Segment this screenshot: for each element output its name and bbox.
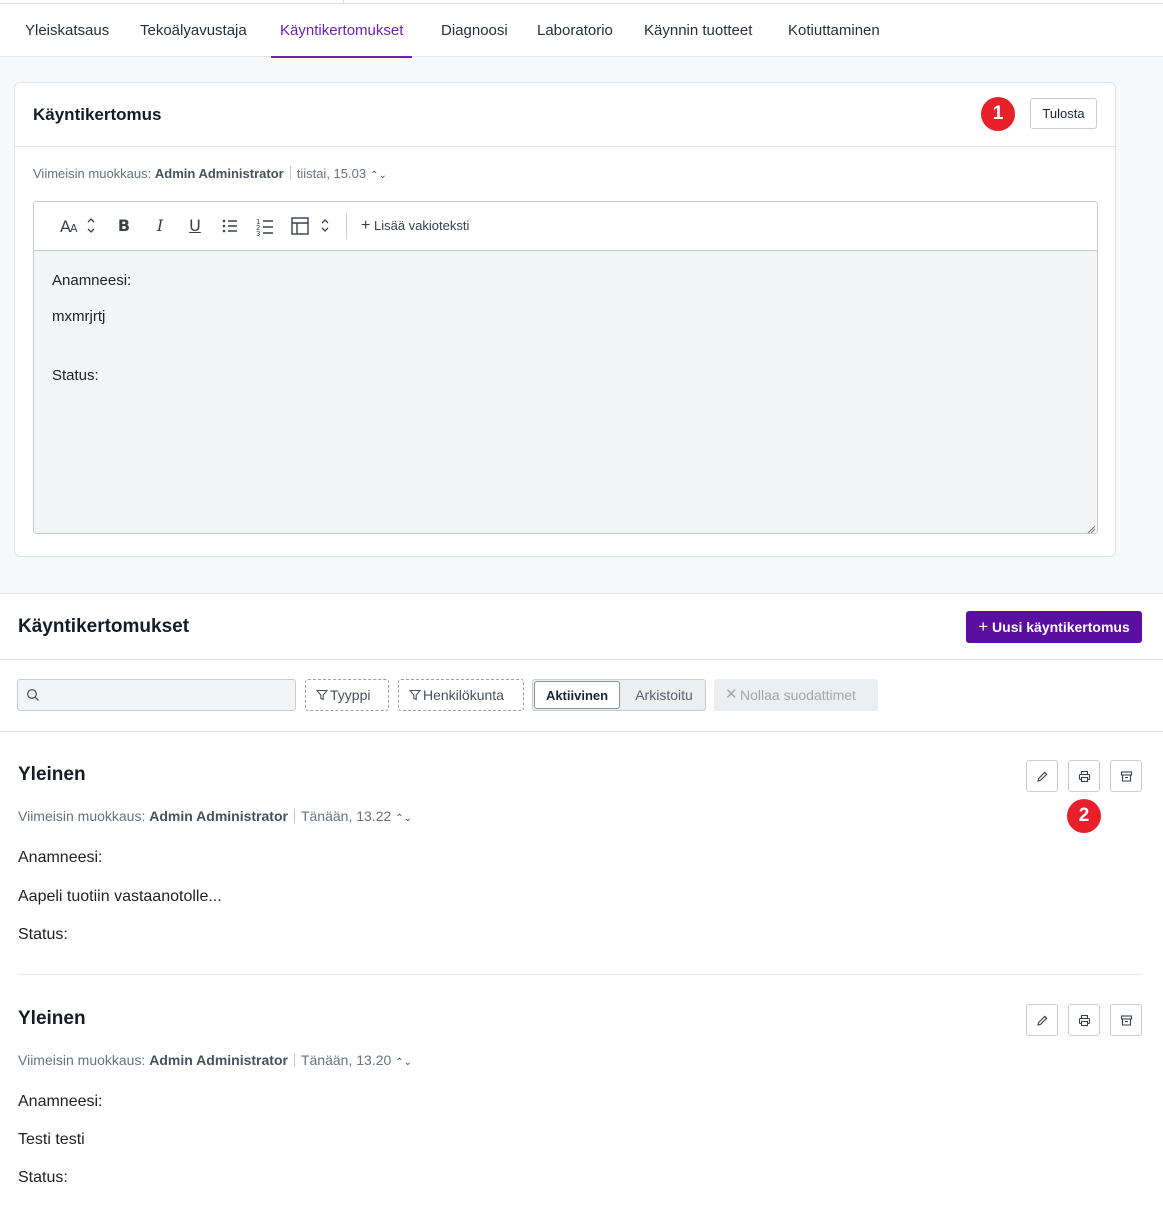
tab-kayntikertomukset[interactable]: Käyntikertomukset: [270, 4, 413, 58]
annotation-badge-1: 1: [981, 97, 1015, 131]
print-button[interactable]: Tulosta: [1030, 98, 1097, 129]
entry-line: Status:: [18, 1169, 68, 1186]
entry-line: Anamneesi:: [18, 849, 103, 866]
last-edited-author: Admin Administrator: [154, 166, 284, 181]
annotation-badge-2: 2: [1067, 799, 1101, 833]
sort-updown-icon[interactable]: ⌃⌄: [395, 813, 412, 824]
sort-updown-icon[interactable]: ⌃⌄: [395, 1057, 412, 1068]
last-edited-author: Admin Administrator: [149, 1052, 288, 1068]
reset-filters-button[interactable]: ✕ Nollaa suodattimet: [714, 679, 878, 711]
archive-button[interactable]: [1110, 1004, 1142, 1036]
entry-title: Yleinen: [18, 1008, 86, 1029]
svg-text:A: A: [70, 222, 78, 235]
entry-line: Aapeli tuotiin vastaanotolle...: [18, 888, 222, 905]
card-title: Käyntikertomus: [33, 105, 162, 124]
font-size-icon[interactable]: AA: [58, 215, 98, 237]
status-toggle: Aktiivinen Arkistoitu: [532, 679, 706, 711]
tab-tekoalyavustaja[interactable]: Tekoälyavustaja: [140, 4, 247, 57]
archived-toggle-option[interactable]: Arkistoitu: [623, 680, 705, 710]
archive-icon: [1120, 1015, 1133, 1026]
pencil-icon: [1037, 771, 1048, 782]
last-edited-meta: Viimeisin muokkaus: Admin Administrator T…: [18, 1052, 413, 1068]
tab-yleiskatsaus[interactable]: Yleiskatsaus: [25, 4, 109, 57]
entry-line: Testi testi: [18, 1131, 85, 1148]
last-edited-meta: Viimeisin muokkaus: Admin Administrator T…: [18, 808, 413, 824]
underline-icon[interactable]: U: [185, 215, 205, 237]
entry-line: Status:: [18, 926, 68, 943]
svg-text:3: 3: [256, 230, 260, 237]
insert-standard-text-button[interactable]: + Lisää vakioteksti: [361, 215, 486, 237]
filter-bar: Tyyppi Henkilökunta Aktiivinen Arkistoit…: [0, 660, 1163, 732]
tab-diagnoosi[interactable]: Diagnoosi: [441, 4, 508, 57]
new-visit-report-button[interactable]: + Uusi käyntikertomus: [966, 611, 1142, 643]
print-entry-button[interactable]: [1068, 1004, 1100, 1036]
entry-title: Yleinen: [18, 764, 86, 785]
visit-report-entry: Yleinen 2 Viimeisin muokkaus: Admin Admi…: [0, 732, 1163, 975]
last-edited-time: tiistai, 15.03: [296, 166, 367, 181]
pencil-icon: [1037, 1015, 1048, 1026]
close-icon: ✕: [725, 686, 738, 703]
visit-report-editor-card: Käyntikertomus 1 Tulosta Viimeisin muokk…: [14, 82, 1116, 557]
type-filter-button[interactable]: Tyyppi: [305, 679, 389, 711]
tab-bar: Yleiskatsaus Tekoälyavustaja Käyntikerto…: [0, 4, 1163, 58]
archive-button[interactable]: [1110, 760, 1142, 792]
resize-handle-icon[interactable]: [1087, 525, 1095, 533]
editor-line: Status:: [52, 367, 99, 384]
list-header: Käyntikertomukset + Uusi käyntikertomus: [0, 594, 1163, 660]
plus-icon: +: [361, 217, 371, 234]
card-header: Käyntikertomus 1 Tulosta: [15, 83, 1115, 147]
last-edited-meta: Viimeisin muokkaus: Admin Administrator t…: [33, 166, 387, 181]
visit-reports-list: Käyntikertomukset + Uusi käyntikertomus …: [0, 593, 1163, 1206]
editor-content-area[interactable]: Anamneesi: mxmrjrtj Status:: [34, 251, 1097, 533]
active-toggle-option[interactable]: Aktiivinen: [534, 681, 620, 709]
edit-button[interactable]: [1026, 1004, 1058, 1036]
numbered-list-icon[interactable]: 123: [255, 215, 275, 238]
editor-line: Anamneesi:: [52, 272, 132, 289]
plus-icon: +: [978, 617, 989, 636]
tab-kaynnin-tuotteet[interactable]: Käynnin tuotteet: [644, 4, 752, 57]
last-edited-time: Tänään, 13.22: [300, 808, 392, 824]
filter-icon: [316, 689, 328, 701]
bold-icon[interactable]: B: [114, 215, 134, 237]
archive-icon: [1120, 771, 1133, 782]
staff-filter-button[interactable]: Henkilökunta: [398, 679, 524, 711]
search-input[interactable]: [17, 679, 296, 711]
table-icon[interactable]: [290, 215, 332, 237]
search-icon: [27, 689, 39, 701]
editor-toolbar: AA B I U 123 + Lisää vakioteksti: [34, 202, 1097, 251]
editor-line: mxmrjrtj: [52, 308, 106, 325]
filter-icon: [409, 689, 421, 701]
printer-icon: [1078, 1014, 1091, 1027]
tab-kotiuttaminen[interactable]: Kotiuttaminen: [788, 4, 880, 57]
last-edited-author: Admin Administrator: [149, 808, 288, 824]
last-edited-time: Tänään, 13.20: [300, 1052, 392, 1068]
tab-laboratorio[interactable]: Laboratorio: [537, 4, 613, 57]
printer-icon: [1078, 770, 1091, 783]
list-title: Käyntikertomukset: [18, 616, 190, 637]
print-entry-button[interactable]: [1068, 760, 1100, 792]
rich-text-editor: AA B I U 123 + Lisää vakioteksti Anamnee…: [33, 201, 1098, 534]
visit-report-entry: Yleinen Viimeisin muokkaus: Admin Admini…: [0, 975, 1163, 1206]
bullet-list-icon[interactable]: [220, 215, 240, 237]
entry-line: Anamneesi:: [18, 1093, 103, 1110]
italic-icon[interactable]: I: [150, 215, 170, 237]
sort-updown-icon[interactable]: ⌃⌄: [370, 170, 387, 181]
edit-button[interactable]: [1026, 760, 1058, 792]
